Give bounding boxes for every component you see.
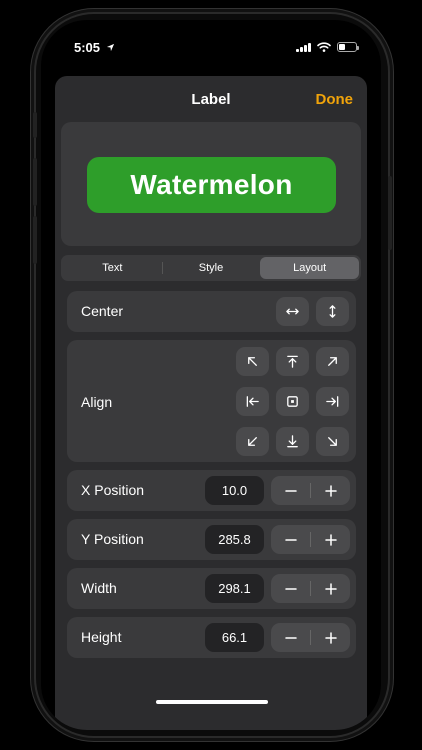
arrow-up-right-icon: [328, 357, 337, 366]
align-center-button[interactable]: [276, 387, 309, 416]
wifi-icon: [317, 42, 331, 52]
height-label: Height: [81, 629, 122, 645]
plus-icon: [324, 582, 337, 595]
minus-icon: [284, 587, 297, 590]
minus-icon: [284, 636, 297, 639]
y-position-stepper: [271, 525, 350, 554]
silent-switch: [33, 112, 37, 138]
height-stepper: [271, 623, 350, 652]
power-button: [388, 176, 392, 250]
align-bottom-right-button[interactable]: [316, 427, 349, 456]
align-top-right-button[interactable]: [316, 347, 349, 376]
plus-icon: [324, 484, 337, 497]
arrow-down-right-icon: [328, 437, 337, 446]
x-position-decrement-button[interactable]: [271, 476, 310, 505]
center-horizontal-icon: [286, 308, 299, 315]
cellular-signal-icon: [296, 42, 311, 52]
y-position-field[interactable]: 285.8: [205, 525, 264, 554]
align-left-button[interactable]: [236, 387, 269, 416]
center-vertical-icon: [329, 305, 336, 318]
tab-text[interactable]: Text: [63, 257, 162, 279]
align-right-button[interactable]: [316, 387, 349, 416]
status-time: 5:05: [74, 40, 115, 55]
x-position-stepper: [271, 476, 350, 505]
x-position-field[interactable]: 10.0: [205, 476, 264, 505]
align-bottom-icon: [287, 435, 298, 448]
center-label: Center: [81, 303, 124, 319]
center-row: Center: [67, 291, 356, 332]
center-horizontal-button[interactable]: [276, 297, 309, 326]
x-position-increment-button[interactable]: [311, 476, 350, 505]
done-button[interactable]: Done: [316, 91, 354, 108]
align-top-icon: [287, 355, 298, 368]
home-indicator[interactable]: [156, 700, 268, 704]
minus-icon: [284, 538, 297, 541]
height-row: Height 66.1: [67, 617, 356, 658]
volume-down-button: [33, 216, 37, 264]
align-left-icon: [246, 396, 259, 407]
align-row: Align: [67, 340, 356, 462]
notch: [128, 20, 294, 50]
tab-style[interactable]: Style: [161, 257, 261, 279]
align-label: Align: [81, 394, 113, 410]
width-stepper: [271, 574, 350, 603]
width-decrement-button[interactable]: [271, 574, 310, 603]
align-center-icon: [287, 396, 298, 407]
screen: 5:05 Label Done Watermelon Text Style La…: [41, 20, 381, 730]
align-bottom-button[interactable]: [276, 427, 309, 456]
center-vertical-button[interactable]: [316, 297, 349, 326]
tab-layout[interactable]: Layout: [260, 257, 360, 279]
battery-icon: [337, 42, 359, 52]
status-icons: [296, 42, 359, 52]
height-field[interactable]: 66.1: [205, 623, 264, 652]
minus-icon: [284, 489, 297, 492]
width-label: Width: [81, 580, 117, 596]
plus-icon: [324, 533, 337, 546]
plus-icon: [324, 631, 337, 644]
align-right-icon: [326, 396, 339, 407]
height-increment-button[interactable]: [311, 623, 350, 652]
align-top-left-button[interactable]: [236, 347, 269, 376]
height-decrement-button[interactable]: [271, 623, 310, 652]
location-arrow-icon: [106, 43, 114, 52]
width-increment-button[interactable]: [311, 574, 350, 603]
align-top-button[interactable]: [276, 347, 309, 376]
width-field[interactable]: 298.1: [205, 574, 264, 603]
width-row: Width 298.1: [67, 568, 356, 609]
arrow-down-left-icon: [248, 437, 257, 446]
label-preview: Watermelon: [61, 122, 361, 246]
preview-label[interactable]: Watermelon: [87, 157, 336, 213]
y-position-increment-button[interactable]: [311, 525, 350, 554]
x-position-label: X Position: [81, 482, 145, 498]
volume-up-button: [33, 158, 37, 206]
y-position-row: Y Position 285.8: [67, 519, 356, 560]
tab-control: Text Style Layout: [61, 255, 361, 281]
y-position-label: Y Position: [81, 531, 144, 547]
arrow-up-left-icon: [248, 357, 257, 366]
align-bottom-left-button[interactable]: [236, 427, 269, 456]
x-position-row: X Position 10.0: [67, 470, 356, 511]
y-position-decrement-button[interactable]: [271, 525, 310, 554]
label-sheet: Label Done Watermelon Text Style Layout …: [55, 76, 367, 730]
